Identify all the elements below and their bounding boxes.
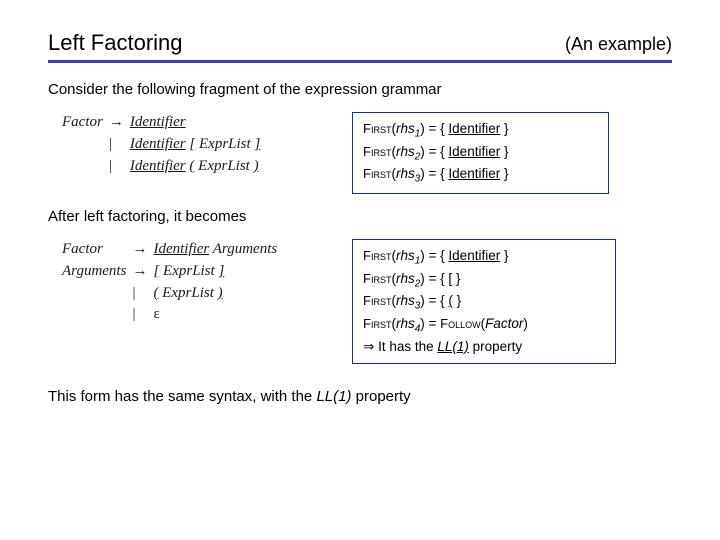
after-label: After left factoring, it becomes	[48, 208, 672, 225]
tok-identifier: Identifier	[130, 158, 186, 174]
slide-subtitle: (An example)	[565, 34, 672, 55]
first-smallcaps: First	[363, 121, 391, 136]
first-smallcaps: First	[363, 144, 391, 159]
first-line: First(rhs3) = { Identifier }	[363, 164, 598, 187]
arrow-icon: →	[132, 261, 153, 283]
tok-identifier: Identifier	[153, 241, 209, 257]
tok-identifier: Identifier	[448, 144, 500, 159]
grammar-before: Factor → Identifier | Identifier [ ExprL…	[62, 112, 322, 177]
first-line: First(rhs3) = { ( }	[363, 291, 605, 314]
tok-lparen: (	[153, 285, 158, 301]
tok-identifier: Identifier	[448, 121, 500, 136]
tok-identifier: Identifier	[448, 248, 500, 263]
tok-lbracket: [	[189, 136, 195, 152]
conclusion-line: ⇒ It has the LL(1) property	[363, 337, 605, 357]
lhs-arguments: Arguments	[62, 261, 132, 283]
tok-rparen: )	[218, 285, 223, 301]
nt-exprlist: ExprList	[198, 158, 250, 174]
tok-lbracket: [	[153, 263, 159, 279]
first-line: First(rhs4) = Follow(Factor)	[363, 314, 605, 337]
intro-text: Consider the following fragment of the e…	[48, 81, 672, 98]
slide-title: Left Factoring	[48, 30, 183, 56]
ll1-label: LL(1)	[437, 339, 469, 354]
nt-factor: Factor	[485, 316, 523, 331]
title-rule	[48, 60, 672, 63]
grammar-after: Factor → Identifier Arguments Arguments …	[62, 239, 322, 326]
tok-epsilon: ε	[153, 306, 159, 322]
implies-icon: ⇒	[363, 339, 374, 354]
nt-exprlist: ExprList	[162, 285, 214, 301]
alt-bar: |	[132, 283, 153, 305]
nt-arguments: Arguments	[213, 241, 277, 257]
first-smallcaps: First	[363, 248, 391, 263]
before-row: Factor → Identifier | Identifier [ ExprL…	[48, 112, 672, 194]
alt-bar: |	[109, 134, 130, 156]
lhs-factor: Factor	[62, 239, 132, 261]
first-line: First(rhs2) = { [ }	[363, 269, 605, 292]
tok-lparen: (	[189, 158, 194, 174]
first-line: First(rhs1) = { Identifier }	[363, 246, 605, 269]
first-line: First(rhs1) = { Identifier }	[363, 119, 598, 142]
nt-exprlist: ExprList	[163, 263, 215, 279]
tok-identifier: Identifier	[130, 136, 186, 152]
tok-rbracket: ]	[218, 263, 224, 279]
title-row: Left Factoring (An example)	[48, 30, 672, 56]
after-row: Factor → Identifier Arguments Arguments …	[48, 239, 672, 364]
alt-bar: |	[109, 156, 130, 178]
first-line: First(rhs2) = { Identifier }	[363, 142, 598, 165]
ll1-label: LL(1)	[316, 388, 351, 405]
first-smallcaps: First	[363, 293, 391, 308]
nt-exprlist: ExprList	[199, 136, 251, 152]
alt-bar: |	[132, 304, 153, 326]
follow-smallcaps: Follow	[440, 316, 480, 331]
tok-identifier: Identifier	[448, 166, 500, 181]
first-smallcaps: First	[363, 316, 391, 331]
slide: Left Factoring (An example) Consider the…	[0, 0, 720, 425]
first-smallcaps: First	[363, 166, 391, 181]
lhs: Factor	[62, 112, 109, 134]
tok-rbracket: ]	[254, 136, 260, 152]
arrow-icon: →	[132, 239, 153, 261]
first-smallcaps: First	[363, 271, 391, 286]
first-sets-before: First(rhs1) = { Identifier } First(rhs2)…	[352, 112, 609, 194]
tok-rparen: )	[254, 158, 259, 174]
tok-identifier: Identifier	[130, 114, 186, 130]
arrow-icon: →	[109, 112, 130, 134]
footer-text: This form has the same syntax, with the …	[48, 388, 672, 405]
first-sets-after: First(rhs1) = { Identifier } First(rhs2)…	[352, 239, 616, 364]
